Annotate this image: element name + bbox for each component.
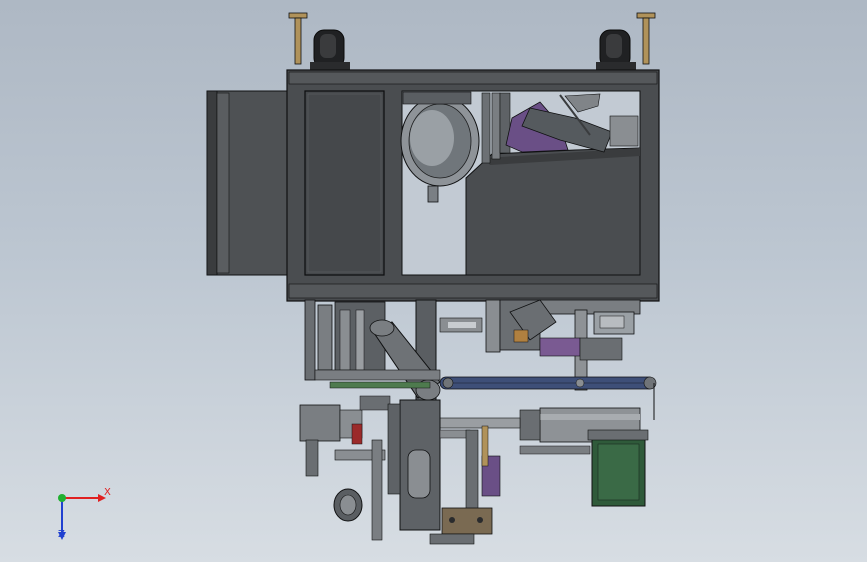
side-enclosure-panel[interactable]: [206, 90, 290, 276]
drive-motor[interactable]: [587, 429, 649, 507]
hopper-panel[interactable]: [465, 147, 641, 276]
pulley-linkage[interactable]: [299, 395, 401, 541]
leveling-foot-left[interactable]: [288, 12, 308, 65]
caster-wheel-right[interactable]: [596, 29, 636, 70]
axis-z-label: Z: [58, 529, 65, 540]
coordinate-triad[interactable]: X Z: [48, 482, 112, 546]
graphics-viewport[interactable]: X Z: [0, 0, 867, 562]
frame-door-panel[interactable]: [304, 90, 385, 276]
caster-wheel-left[interactable]: [310, 29, 350, 70]
cross-bar[interactable]: [314, 369, 441, 389]
axis-x-label: X: [104, 487, 111, 498]
leveling-foot-right[interactable]: [636, 12, 656, 65]
machine-model[interactable]: [0, 0, 867, 562]
guide-rails[interactable]: [481, 92, 511, 164]
